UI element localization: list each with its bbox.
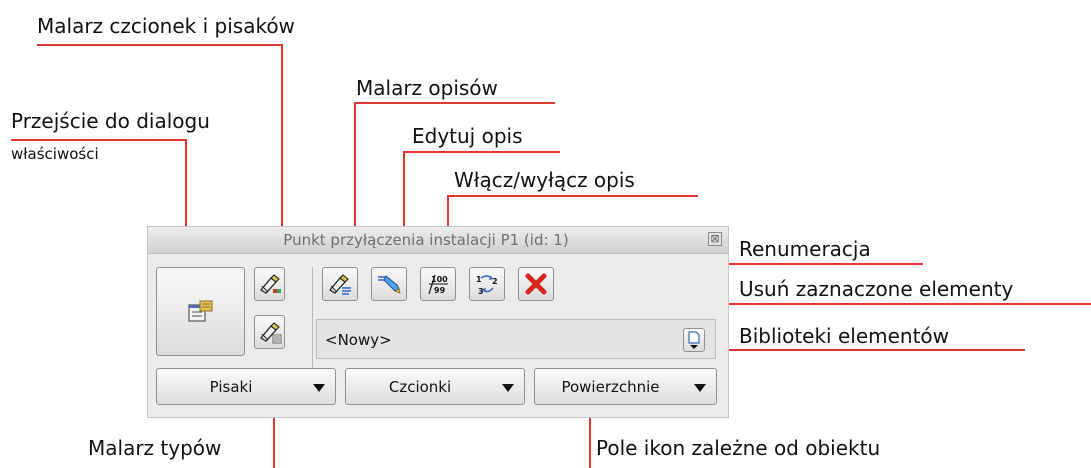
label-edit-label: Edytuj opis (412, 124, 523, 148)
label-element-libraries: Biblioteki elementów (739, 324, 950, 348)
chevron-down-icon (502, 384, 514, 392)
type-painter-button[interactable] (254, 315, 285, 349)
leader-font-painter-h (37, 44, 283, 46)
label-delete-selected: Usuń zaznaczone elementy (739, 277, 1014, 301)
element-library-button[interactable] (683, 328, 705, 352)
leader-toggle-label-h (448, 195, 698, 197)
object-icons-field[interactable]: <Nowy> (316, 319, 716, 359)
close-icon[interactable]: ⊠ (708, 232, 722, 246)
label-renumeracja: Renumeracja (739, 237, 871, 261)
chevron-down-icon (313, 384, 325, 392)
label-object-icon-field: Pole ikon zależne od obiektu (596, 436, 881, 460)
label-font-pen-painter: Malarz czcionek i pisaków (37, 14, 295, 38)
label-type-painter: Malarz typów (88, 436, 222, 460)
fonts-dropdown-label: Czcionki (388, 378, 452, 396)
svg-text:99: 99 (434, 286, 446, 295)
fonts-dropdown[interactable]: Czcionki (345, 368, 525, 405)
svg-text:3: 3 (478, 287, 484, 296)
label-painter-button[interactable] (322, 267, 358, 301)
pens-dropdown-label: Pisaki (209, 378, 253, 396)
object-properties-toolbar: Punkt przyłączenia instalacji P1 (id: 1)… (147, 226, 729, 418)
surfaces-dropdown[interactable]: Powierzchnie (534, 368, 717, 405)
toggle-label-button[interactable]: 100 99 (420, 267, 456, 301)
properties-dialog-button[interactable] (156, 267, 245, 356)
renumber-button[interactable]: 1 2 3 (469, 267, 505, 301)
delete-selected-button[interactable] (518, 267, 554, 301)
pens-dropdown[interactable]: Pisaki (156, 368, 336, 405)
chevron-down-icon (694, 384, 706, 392)
label-properties-dialog: Przejście do dialogu (11, 109, 210, 133)
leader-library (698, 349, 1025, 351)
label-label-painter: Malarz opisów (356, 76, 498, 100)
leader-properties-h (11, 139, 187, 141)
edit-label-button[interactable] (371, 267, 407, 301)
element-name-value: <Nowy> (325, 331, 392, 349)
label-properties-dialog-2: właściwości (11, 145, 99, 163)
toolbar-title: Punkt przyłączenia instalacji P1 (id: 1) (283, 231, 569, 249)
label-toggle-label: Włącz/wyłącz opis (454, 168, 635, 192)
svg-text:1: 1 (476, 275, 482, 284)
leader-label-painter-h (355, 102, 555, 104)
toolbar-title-bar[interactable]: Punkt przyłączenia instalacji P1 (id: 1)… (148, 227, 728, 254)
surfaces-dropdown-label: Powierzchnie (561, 378, 660, 396)
font-pen-painter-button[interactable] (254, 267, 285, 301)
svg-text:2: 2 (492, 277, 498, 286)
leader-edit-label-h (404, 151, 560, 153)
